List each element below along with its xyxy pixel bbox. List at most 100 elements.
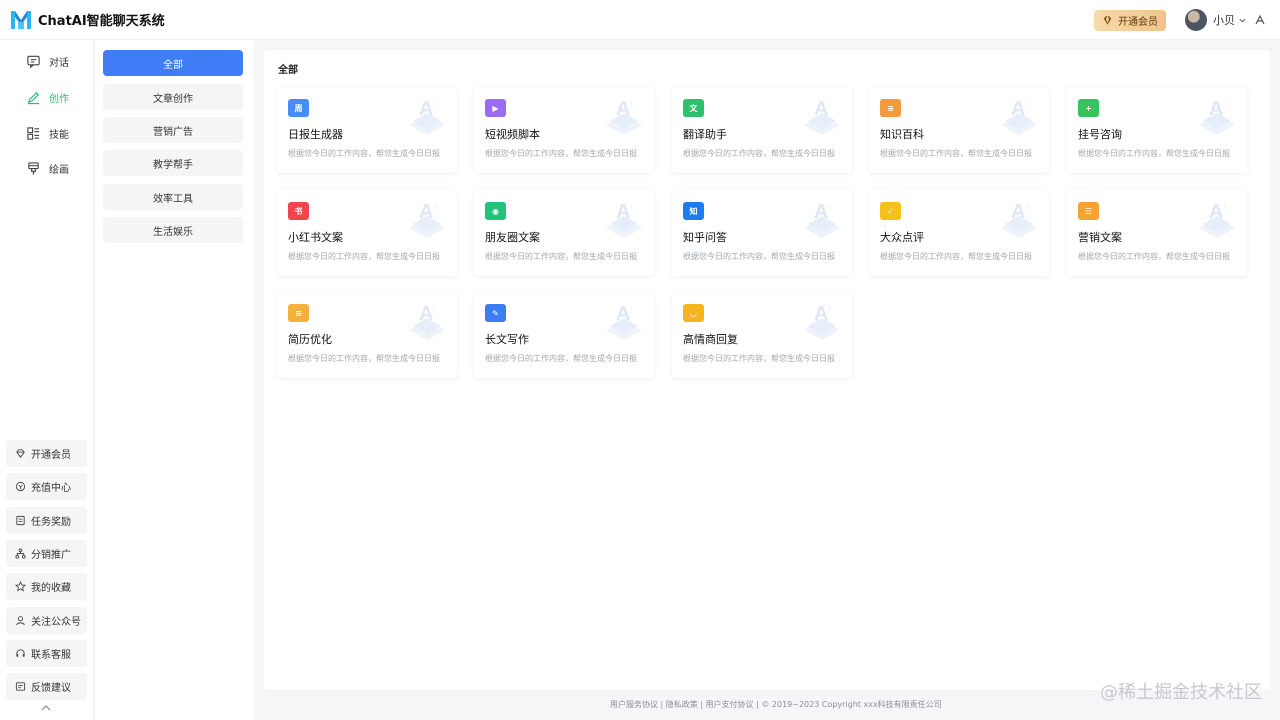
avatar	[1185, 9, 1207, 31]
write-icon: ✎	[485, 304, 506, 322]
tool-card-title: 翻译助手	[683, 128, 727, 141]
svg-text:i: i	[829, 101, 831, 108]
video-icon: ▶	[485, 99, 506, 117]
category-teaching[interactable]: 教学帮手	[103, 150, 243, 176]
tool-card[interactable]: Ai 书小红书文案 根据您今日的工作内容，帮您生成今日日报	[277, 190, 457, 276]
diamond-icon	[16, 449, 25, 458]
moments-icon: ◉	[485, 202, 506, 220]
svg-text:i: i	[1026, 204, 1028, 211]
tool-card[interactable]: Ai ▶ 短视频脚本 根据您今日的工作内容，帮您生成今日日报	[474, 87, 654, 173]
tool-card-title: 小红书文案	[288, 231, 343, 244]
svg-text:A: A	[1011, 201, 1025, 223]
tool-card[interactable]: Ai ✓ 大众点评 根据您今日的工作内容，帮您生成今日日报	[869, 190, 1049, 276]
logout-icon[interactable]	[1254, 14, 1266, 26]
user-name: 小贝	[1213, 14, 1235, 27]
side-button-label: 联系客服	[31, 650, 71, 661]
svg-text:i: i	[829, 306, 831, 313]
tool-card[interactable]: Ai ☰ 营销文案 根据您今日的工作内容，帮您生成今日日报	[1067, 190, 1247, 276]
chevron-up-icon[interactable]	[40, 703, 52, 713]
tool-card-description: 根据您今日的工作内容，帮您生成今日日报	[683, 252, 835, 261]
category-efficiency[interactable]: 效率工具	[103, 184, 243, 210]
resume-icon: ≡	[288, 304, 309, 322]
category-article[interactable]: 文章创作	[103, 84, 243, 110]
tool-card[interactable]: Ai 知知乎问答 根据您今日的工作内容，帮您生成今日日报	[672, 190, 852, 276]
nav-item-create[interactable]: 创作	[26, 90, 69, 105]
svg-text:i: i	[1224, 204, 1226, 211]
side-button-feedback[interactable]: 反馈建议	[6, 673, 87, 700]
nav-item-label: 对话	[49, 58, 69, 69]
tool-card-title: 长文写作	[485, 333, 529, 346]
tool-card[interactable]: Ai ✎ 长文写作根据您今日的工作内容，帮您生成今日日报	[474, 292, 654, 378]
tool-card[interactable]: Ai ≡ 知识百科 根据您今日的工作内容，帮您生成今日日报	[869, 87, 1049, 173]
feedback-icon	[15, 682, 26, 691]
nav-item-label: 技能	[49, 130, 69, 141]
side-button-support[interactable]: 联系客服	[6, 640, 87, 667]
side-button-share[interactable]: 分销推广	[6, 540, 87, 567]
tool-card-description: 根据您今日的工作内容，帮您生成今日日报	[683, 149, 835, 158]
page-title: 全部	[278, 65, 298, 76]
side-button-follow[interactable]: 关注公众号	[6, 607, 87, 634]
book-icon: ≡	[880, 99, 901, 117]
nav-item-paint[interactable]: 绘画	[26, 161, 69, 176]
smile-icon: ◡	[683, 304, 704, 322]
svg-text:A: A	[814, 303, 828, 325]
ai-watermark-icon: Ai	[804, 303, 840, 340]
main-panel: 全部 Ai 周日报生成器 根据您今日的工作内容，帮您生成今日日报 Ai ▶ 短视频脚本 根据…	[264, 50, 1270, 690]
skills-icon	[27, 127, 40, 140]
category-all[interactable]: 全部	[103, 50, 243, 76]
category-life[interactable]: 生活娱乐	[103, 217, 243, 243]
tool-card-title: 日报生成器	[288, 128, 343, 141]
svg-text:i: i	[1026, 101, 1028, 108]
task-icon	[16, 515, 25, 526]
side-button-task[interactable]: 任务奖励	[6, 507, 87, 534]
ai-watermark-icon: Ai	[409, 98, 445, 135]
side-button-label: 分销推广	[31, 550, 71, 561]
vip-button-label: 开通会员	[1118, 17, 1158, 28]
side-button-recharge[interactable]: 充值中心	[6, 473, 87, 500]
nav-item-label: 创作	[49, 94, 69, 105]
vip-button[interactable]: 开通会员	[1094, 10, 1166, 31]
tool-card-description: 根据您今日的工作内容，帮您生成今日日报	[1078, 149, 1230, 158]
chat-icon	[27, 55, 40, 69]
diamond-icon	[1103, 16, 1112, 25]
tool-card[interactable]: Ai ◡ 高情商回复 根据您今日的工作内容，帮您生成今日日报	[672, 292, 852, 378]
marketing-icon: ☰	[1078, 202, 1099, 220]
tool-card-title: 营销文案	[1078, 231, 1122, 244]
tool-card-title: 简历优化	[288, 333, 332, 346]
tool-card-description: 根据您今日的工作内容，帮您生成今日日报	[485, 354, 637, 363]
recharge-icon	[15, 481, 26, 492]
watermark: @稀土掘金技术社区	[1100, 682, 1262, 703]
logo[interactable]: ChatAI智能聊天系统	[10, 9, 165, 31]
tool-card-description: 根据您今日的工作内容，帮您生成今日日报	[288, 354, 440, 363]
tool-card[interactable]: Ai 周日报生成器 根据您今日的工作内容，帮您生成今日日报	[277, 87, 457, 173]
tool-card[interactable]: Ai 文翻译助手根据您今日的工作内容，帮您生成今日日报	[672, 87, 852, 173]
tool-card-title: 高情商回复	[683, 333, 738, 346]
footer: 用户服务协议 | 隐私政策 | 用户支付协议 | © 2019~2023 Cop…	[610, 700, 942, 709]
tool-card-description: 根据您今日的工作内容，帮您生成今日日报	[485, 252, 637, 261]
top-bar: ChatAI智能聊天系统 开通会员 小贝	[0, 0, 1280, 40]
tool-card[interactable]: Ai + 挂号咨询 根据您今日的工作内容，帮您生成今日日报	[1067, 87, 1247, 173]
nav-item-chat[interactable]: 对话	[26, 54, 69, 69]
side-button-label: 充值中心	[31, 483, 71, 494]
user-menu[interactable]: 小贝	[1185, 9, 1247, 31]
nav-item-skills[interactable]: 技能	[26, 126, 69, 141]
tool-card-title: 大众点评	[880, 231, 924, 244]
tool-card[interactable]: Ai ◉ 朋友圈文案 根据您今日的工作内容，帮您生成今日日报	[474, 190, 654, 276]
ai-watermark-icon: Ai	[409, 303, 445, 340]
tool-card-description: 根据您今日的工作内容，帮您生成今日日报	[288, 252, 440, 261]
redbook-icon: 书	[288, 202, 309, 220]
svg-text:A: A	[1011, 98, 1025, 120]
category-marketing[interactable]: 营销广告	[103, 117, 243, 143]
chevron-down-icon	[1239, 18, 1246, 23]
svg-text:A: A	[616, 98, 630, 120]
ai-watermark-icon: Ai	[606, 303, 642, 340]
svg-text:i: i	[631, 306, 633, 313]
side-button-favorites[interactable]: 我的收藏	[6, 573, 87, 600]
svg-text:A: A	[814, 98, 828, 120]
translate-icon: 文	[683, 99, 704, 117]
svg-text:A: A	[419, 98, 433, 120]
side-button-vip[interactable]: 开通会员	[6, 440, 87, 467]
tool-card[interactable]: Ai ≡ 简历优化根据您今日的工作内容，帮您生成今日日报	[277, 292, 457, 378]
tool-card-description: 根据您今日的工作内容，帮您生成今日日报	[485, 149, 637, 158]
svg-text:A: A	[1209, 201, 1223, 223]
